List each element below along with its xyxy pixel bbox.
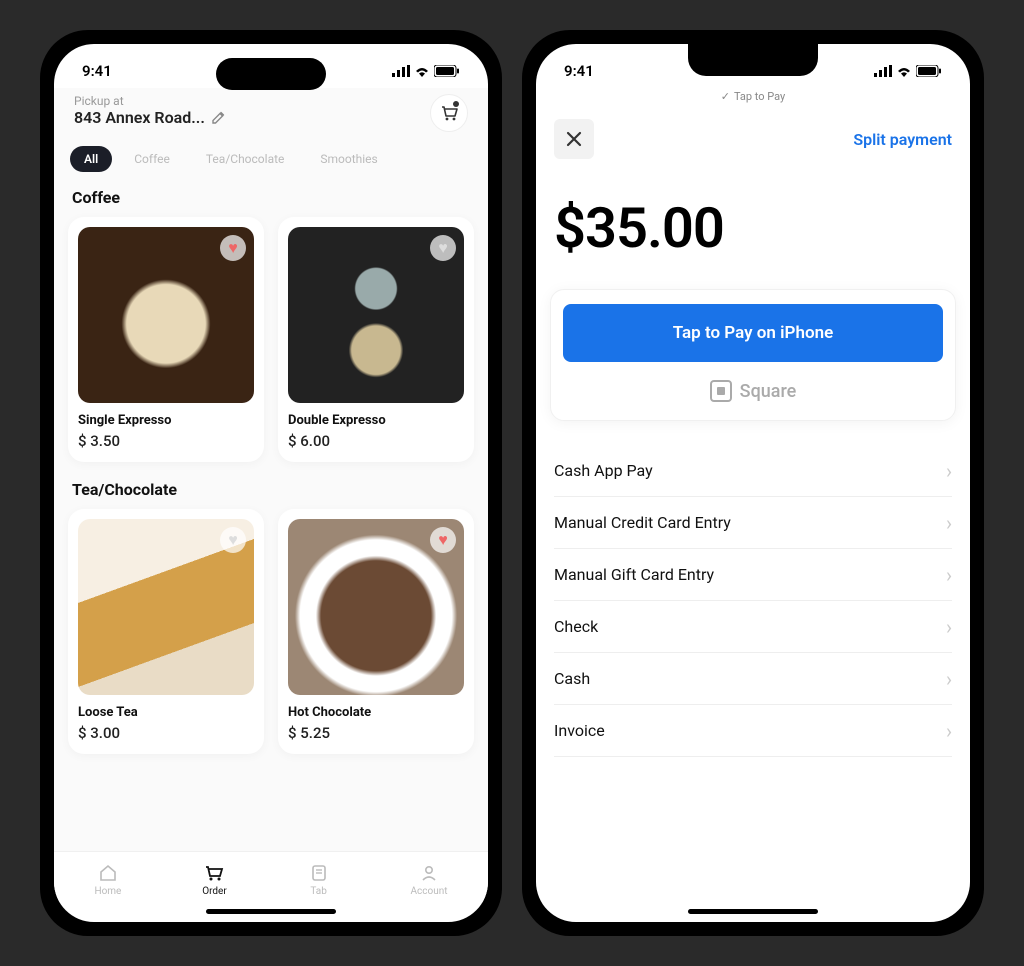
battery-icon bbox=[916, 65, 942, 77]
pickup-label: Pickup at bbox=[74, 94, 225, 108]
section-title-tea: Tea/Chocolate bbox=[68, 478, 474, 509]
option-manual-gift-card[interactable]: Manual Gift Card Entry› bbox=[554, 549, 952, 601]
nav-account[interactable]: Account bbox=[411, 862, 448, 897]
close-button[interactable] bbox=[554, 119, 594, 159]
status-time: 9:41 bbox=[82, 62, 112, 80]
provider-row: Square bbox=[563, 380, 943, 402]
heart-icon: ♥ bbox=[438, 238, 448, 258]
product-price: $ 3.50 bbox=[78, 432, 254, 450]
battery-icon bbox=[434, 65, 460, 77]
grid-tea: ♥ Loose Tea $ 3.00 ♥ Hot Chocolate $ 5.2… bbox=[68, 509, 474, 754]
phone-frame-left: 9:41 Pickup at 843 Annex Road... bbox=[40, 30, 502, 936]
check-icon: ✓ bbox=[721, 90, 730, 103]
chevron-right-icon: › bbox=[946, 615, 952, 639]
tab-tea-chocolate[interactable]: Tea/Chocolate bbox=[192, 146, 299, 172]
home-indicator[interactable] bbox=[206, 909, 336, 914]
product-image: ♥ bbox=[78, 227, 254, 403]
product-name: Double Expresso bbox=[288, 413, 464, 428]
pickup-row: Pickup at 843 Annex Road... bbox=[68, 88, 474, 142]
product-name: Single Expresso bbox=[78, 413, 254, 428]
bottom-nav: Home Order Tab Account bbox=[54, 851, 488, 903]
screen-right: 9:41 ✓ Tap to Pay Split payment $35.00 T… bbox=[536, 44, 970, 922]
chevron-right-icon: › bbox=[946, 459, 952, 483]
product-image: ♥ bbox=[78, 519, 254, 695]
nav-label: Tab bbox=[310, 886, 326, 897]
heart-icon: ♥ bbox=[228, 530, 238, 550]
provider-label: Square bbox=[740, 381, 797, 402]
section-title-coffee: Coffee bbox=[68, 186, 474, 217]
notch bbox=[688, 44, 818, 76]
status-icons bbox=[874, 65, 942, 77]
dynamic-island bbox=[216, 58, 326, 90]
product-name: Hot Chocolate bbox=[288, 705, 464, 720]
tab-all[interactable]: All bbox=[70, 146, 112, 172]
chevron-right-icon: › bbox=[946, 667, 952, 691]
pickup-address: 843 Annex Road... bbox=[74, 108, 225, 127]
product-card[interactable]: ♥ Single Expresso $ 3.50 bbox=[68, 217, 264, 462]
chevron-right-icon: › bbox=[946, 719, 952, 743]
nav-label: Account bbox=[411, 886, 448, 897]
wifi-icon bbox=[414, 65, 430, 77]
receipt-icon bbox=[308, 862, 330, 884]
option-cash[interactable]: Cash› bbox=[554, 653, 952, 705]
product-card[interactable]: ♥ Loose Tea $ 3.00 bbox=[68, 509, 264, 754]
product-price: $ 5.25 bbox=[288, 724, 464, 742]
option-invoice[interactable]: Invoice› bbox=[554, 705, 952, 757]
favorite-button[interactable]: ♥ bbox=[220, 527, 246, 553]
payment-amount: $35.00 bbox=[536, 159, 970, 289]
heart-icon: ♥ bbox=[438, 530, 448, 550]
phone-frame-right: 9:41 ✓ Tap to Pay Split payment $35.00 T… bbox=[522, 30, 984, 936]
square-logo-icon bbox=[710, 380, 732, 402]
tab-smoothies[interactable]: Smoothies bbox=[306, 146, 391, 172]
signal-icon bbox=[392, 65, 410, 77]
favorite-button[interactable]: ♥ bbox=[430, 527, 456, 553]
nav-label: Order bbox=[202, 886, 227, 897]
option-check[interactable]: Check› bbox=[554, 601, 952, 653]
option-manual-credit-card[interactable]: Manual Credit Card Entry› bbox=[554, 497, 952, 549]
tap-to-pay-button[interactable]: Tap to Pay on iPhone bbox=[563, 304, 943, 362]
favorite-button[interactable]: ♥ bbox=[430, 235, 456, 261]
product-price: $ 3.00 bbox=[78, 724, 254, 742]
product-image: ♥ bbox=[288, 519, 464, 695]
nav-home[interactable]: Home bbox=[94, 862, 121, 897]
signal-icon bbox=[874, 65, 892, 77]
home-icon bbox=[97, 862, 119, 884]
product-image: ♥ bbox=[288, 227, 464, 403]
wifi-icon bbox=[896, 65, 912, 77]
pickup-block[interactable]: Pickup at 843 Annex Road... bbox=[74, 94, 225, 127]
screen-left: 9:41 Pickup at 843 Annex Road... bbox=[54, 44, 488, 922]
cart-badge-dot bbox=[453, 101, 459, 107]
chevron-right-icon: › bbox=[946, 511, 952, 535]
grid-coffee: ♥ Single Expresso $ 3.50 ♥ Double Expres… bbox=[68, 217, 474, 462]
favorite-button[interactable]: ♥ bbox=[220, 235, 246, 261]
order-body: Pickup at 843 Annex Road... A bbox=[54, 88, 488, 851]
cart-button[interactable] bbox=[430, 94, 468, 132]
status-icons bbox=[392, 65, 460, 77]
cart-icon bbox=[203, 862, 225, 884]
home-indicator[interactable] bbox=[688, 909, 818, 914]
chevron-right-icon: › bbox=[946, 563, 952, 587]
person-icon bbox=[418, 862, 440, 884]
product-card[interactable]: ♥ Double Expresso $ 6.00 bbox=[278, 217, 474, 462]
status-time: 9:41 bbox=[564, 62, 594, 80]
edit-icon[interactable] bbox=[211, 111, 225, 125]
product-price: $ 6.00 bbox=[288, 432, 464, 450]
option-cash-app-pay[interactable]: Cash App Pay› bbox=[554, 445, 952, 497]
nav-tab[interactable]: Tab bbox=[308, 862, 330, 897]
product-name: Loose Tea bbox=[78, 705, 254, 720]
payment-header: Split payment bbox=[536, 109, 970, 159]
tap-to-pay-card: Tap to Pay on iPhone Square bbox=[550, 289, 956, 421]
category-tabs: All Coffee Tea/Chocolate Smoothies bbox=[68, 142, 474, 186]
tab-coffee[interactable]: Coffee bbox=[120, 146, 184, 172]
nav-label: Home bbox=[94, 886, 121, 897]
tap-to-pay-hint: ✓ Tap to Pay bbox=[536, 88, 970, 109]
product-card[interactable]: ♥ Hot Chocolate $ 5.25 bbox=[278, 509, 474, 754]
heart-icon: ♥ bbox=[228, 238, 238, 258]
split-payment-link[interactable]: Split payment bbox=[853, 130, 952, 149]
nav-order[interactable]: Order bbox=[202, 862, 227, 897]
payment-options-list: Cash App Pay› Manual Credit Card Entry› … bbox=[536, 445, 970, 757]
close-icon bbox=[566, 131, 582, 147]
